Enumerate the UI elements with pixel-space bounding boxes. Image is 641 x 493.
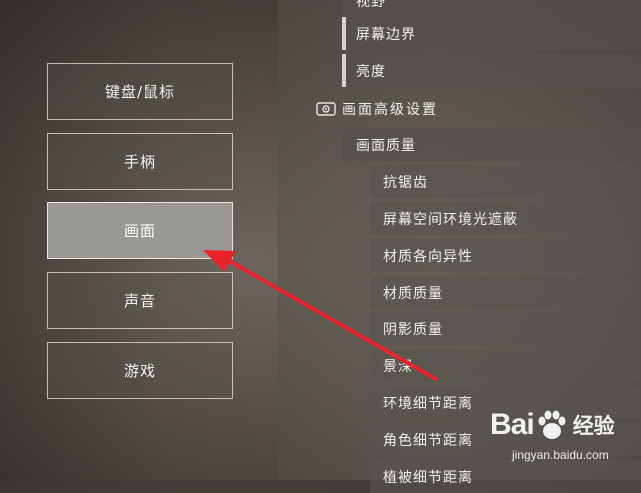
menu-button-label: 游戏 [123,362,156,380]
setting-row-screen-border[interactable]: 屏幕边界 [342,17,641,50]
menu-button-label: 手柄 [123,153,156,171]
setting-row-ssao[interactable]: 屏幕空间环境光遮蔽 [370,202,641,235]
setting-label: 角色细节距离 [383,432,473,449]
setting-row-anisotropic[interactable]: 材质各向异性 [370,239,641,272]
setting-label: 阴影质量 [383,321,443,338]
setting-label: 材质质量 [383,285,443,302]
setting-group-image-quality[interactable]: 画面质量 [342,128,641,161]
setting-row-anti-aliasing[interactable]: 抗锯齿 [370,165,641,198]
menu-button-keyboard-mouse[interactable]: 键盘/鼠标 [47,63,233,120]
setting-label: 材质各向异性 [383,248,473,265]
section-header-advanced[interactable]: 画面高级设置 [316,92,641,125]
setting-row-brightness[interactable]: 亮度 [342,54,641,87]
section-title: 画面高级设置 [342,101,438,118]
menu-button-graphics[interactable]: 画面 [47,202,233,259]
setting-label: 屏幕边界 [356,26,416,43]
watermark-logo: Bai 经验 [490,408,615,442]
menu-button-label: 键盘/鼠标 [104,83,176,101]
setting-label: 画面质量 [356,137,416,154]
setting-row-field-of-view[interactable]: 视野 [342,0,641,17]
setting-label: 亮度 [356,63,386,80]
setting-row-shadow-quality[interactable]: 阴影质量 [370,312,641,345]
menu-button-game[interactable]: 游戏 [47,342,233,399]
setting-label: 景深 [383,358,413,375]
menu-button-label: 声音 [123,292,156,310]
setting-row-texture-quality[interactable]: 材质质量 [370,276,641,309]
setting-label: 抗锯齿 [383,174,428,191]
setting-label: 环境细节距离 [383,395,473,412]
advanced-settings-icon [316,101,336,116]
menu-button-controller[interactable]: 手柄 [47,133,233,190]
setting-label: 植被细节距离 [383,469,473,486]
baidu-jingyan-watermark: Bai 经验 jingyan.baidu.com [490,408,640,478]
watermark-logo-text-right: 经验 [572,414,615,438]
watermark-logo-text-left: Bai [490,408,535,441]
paw-icon [538,410,566,439]
setting-row-depth-of-field[interactable]: 景深 [370,349,641,382]
setting-label: 屏幕空间环境光遮蔽 [383,211,518,228]
menu-button-label: 画面 [123,222,156,240]
watermark-url: jingyan.baidu.com [512,448,609,462]
setting-label: 视野 [356,0,386,10]
menu-button-audio[interactable]: 声音 [47,272,233,329]
